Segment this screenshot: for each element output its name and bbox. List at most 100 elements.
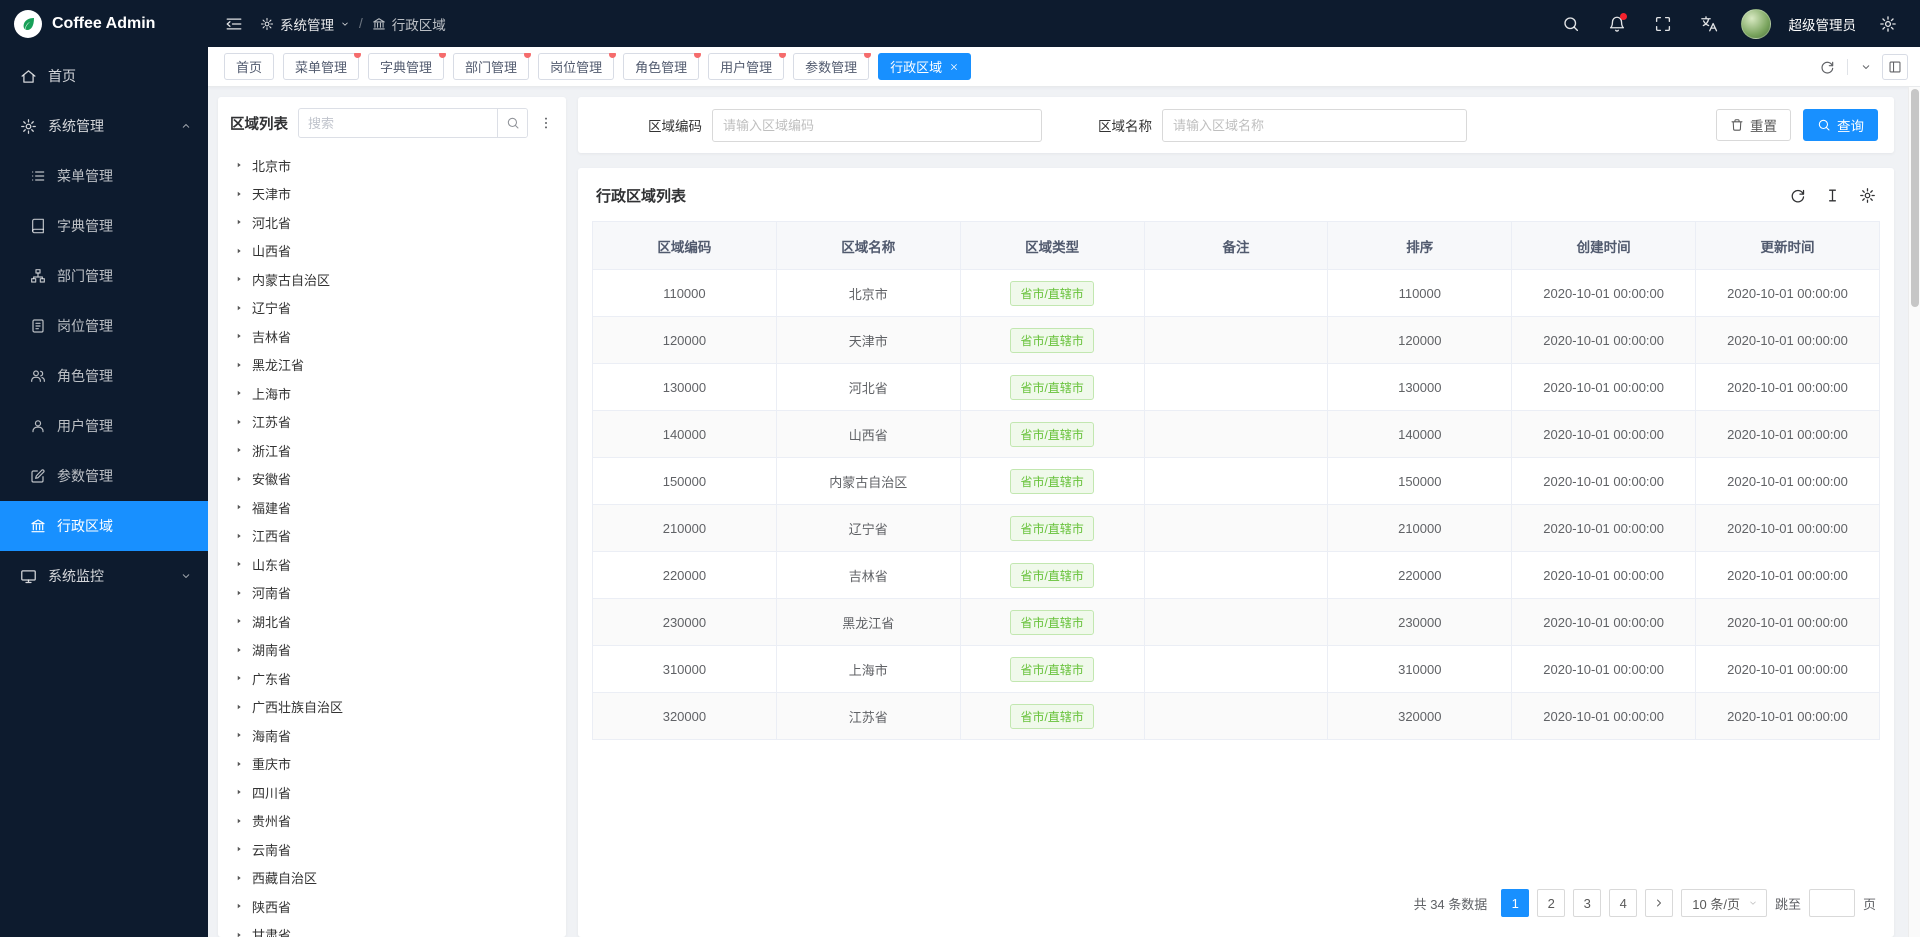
region-type-badge: 省市/直辖市 <box>1010 516 1093 541</box>
region-name-input[interactable] <box>1162 109 1467 142</box>
tab-user[interactable]: 用户管理 <box>708 53 784 80</box>
tree-item[interactable]: 上海市 <box>218 379 566 408</box>
tree-item[interactable]: 贵州省 <box>218 807 566 836</box>
tree-item[interactable]: 云南省 <box>218 835 566 864</box>
close-icon[interactable] <box>949 62 959 72</box>
layout-settings-button[interactable] <box>1882 54 1908 80</box>
sidebar-subitem-post[interactable]: 岗位管理 <box>0 301 208 351</box>
tree-item[interactable]: 安徽省 <box>218 465 566 494</box>
tree-item[interactable]: 湖南省 <box>218 636 566 665</box>
tree-item[interactable]: 海南省 <box>218 721 566 750</box>
refresh-page-icon[interactable] <box>1819 59 1835 75</box>
tree-item[interactable]: 西藏自治区 <box>218 864 566 893</box>
user-name[interactable]: 超级管理员 <box>1789 14 1857 34</box>
tree-item[interactable]: 内蒙古自治区 <box>218 265 566 294</box>
tab-param[interactable]: 参数管理 <box>793 53 869 80</box>
sidebar-subitem-role[interactable]: 角色管理 <box>0 351 208 401</box>
row-density-icon[interactable] <box>1824 187 1841 204</box>
tree-item[interactable]: 河北省 <box>218 208 566 237</box>
tree-item[interactable]: 四川省 <box>218 778 566 807</box>
sidebar-item-monitor[interactable]: 系统监控 <box>0 551 208 601</box>
table-header-row: 区域编码区域名称区域类型备注排序创建时间更新时间 <box>593 222 1880 270</box>
cell-type: 省市/直辖市 <box>960 458 1144 505</box>
page-scrollbar[interactable] <box>1908 87 1920 937</box>
scrollbar-thumb[interactable] <box>1911 89 1919 307</box>
global-search-button[interactable] <box>1557 10 1585 38</box>
tab-dept[interactable]: 部门管理 <box>453 53 529 80</box>
tab-post[interactable]: 岗位管理 <box>538 53 614 80</box>
notifications-button[interactable] <box>1603 10 1631 38</box>
tree-item[interactable]: 甘肃省 <box>218 921 566 937</box>
region-name-label: 区域名称 <box>1098 115 1152 135</box>
next-page-button[interactable] <box>1645 889 1673 917</box>
sidebar-subitem-region[interactable]: 行政区域 <box>0 501 208 551</box>
page-button-3[interactable]: 3 <box>1573 889 1601 917</box>
tab-label: 用户管理 <box>720 57 772 76</box>
tree-item[interactable]: 黑龙江省 <box>218 351 566 380</box>
tree-item[interactable]: 广东省 <box>218 664 566 693</box>
sidebar-subitem-user[interactable]: 用户管理 <box>0 401 208 451</box>
tree-item[interactable]: 浙江省 <box>218 436 566 465</box>
tab-home[interactable]: 首页 <box>224 53 274 80</box>
caret-right-icon <box>234 474 244 484</box>
tree-item[interactable]: 山东省 <box>218 550 566 579</box>
caret-right-icon <box>234 901 244 911</box>
tree-item[interactable]: 江苏省 <box>218 408 566 437</box>
fullscreen-button[interactable] <box>1649 10 1677 38</box>
collapse-sidebar-button[interactable] <box>220 10 248 38</box>
tree-item[interactable]: 重庆市 <box>218 750 566 779</box>
sidebar-subitem-param[interactable]: 参数管理 <box>0 451 208 501</box>
reset-button[interactable]: 重置 <box>1716 109 1791 141</box>
tree-item[interactable]: 吉林省 <box>218 322 566 351</box>
region-code-input[interactable] <box>712 109 1042 142</box>
more-vertical-icon[interactable] <box>538 115 554 131</box>
tab-role[interactable]: 角色管理 <box>623 53 699 80</box>
page-size-select[interactable]: 10 条/页 <box>1681 889 1767 917</box>
sidebar-item-home[interactable]: 首页 <box>0 51 208 101</box>
caret-right-icon <box>234 388 244 398</box>
translate-button[interactable] <box>1695 10 1723 38</box>
page-button-2[interactable]: 2 <box>1537 889 1565 917</box>
monitor-icon <box>20 568 37 585</box>
table-refresh-icon[interactable] <box>1789 187 1806 204</box>
caret-right-icon <box>234 759 244 769</box>
sidebar-subitem-menu[interactable]: 菜单管理 <box>0 151 208 201</box>
sidebar-subitem-label: 菜单管理 <box>57 166 113 186</box>
tree-item[interactable]: 河南省 <box>218 579 566 608</box>
breadcrumb-section[interactable]: 系统管理 <box>260 14 350 34</box>
tab-dot <box>354 53 361 58</box>
tree-item[interactable]: 湖北省 <box>218 607 566 636</box>
tree-item[interactable]: 广西壮族自治区 <box>218 693 566 722</box>
page-button-4[interactable]: 4 <box>1609 889 1637 917</box>
tab-region[interactable]: 行政区域 <box>878 53 971 80</box>
page-button-1[interactable]: 1 <box>1501 889 1529 917</box>
sidebar-subitem-label: 部门管理 <box>57 266 113 286</box>
sidebar-item-system[interactable]: 系统管理 <box>0 101 208 151</box>
cell-sort: 320000 <box>1328 693 1512 740</box>
tree-item[interactable]: 福建省 <box>218 493 566 522</box>
tree-item[interactable]: 陕西省 <box>218 892 566 921</box>
column-settings-icon[interactable] <box>1859 187 1876 204</box>
tab-menu[interactable]: 菜单管理 <box>283 53 359 80</box>
region-search-button[interactable] <box>497 109 527 137</box>
tree-item[interactable]: 天津市 <box>218 180 566 209</box>
tree-item[interactable]: 江西省 <box>218 522 566 551</box>
sidebar-subitem-dict[interactable]: 字典管理 <box>0 201 208 251</box>
query-button[interactable]: 查询 <box>1803 109 1878 141</box>
region-search-input[interactable] <box>299 116 497 131</box>
user-avatar[interactable] <box>1741 9 1771 39</box>
tree-item[interactable]: 山西省 <box>218 237 566 266</box>
tabs-menu-chevron-icon[interactable] <box>1860 61 1872 73</box>
jump-page-input[interactable] <box>1809 889 1855 917</box>
tree-item-label: 四川省 <box>252 783 291 802</box>
tab-dict[interactable]: 字典管理 <box>368 53 444 80</box>
tree-item[interactable]: 辽宁省 <box>218 294 566 323</box>
cell-type: 省市/直辖市 <box>960 552 1144 599</box>
settings-button[interactable] <box>1874 10 1902 38</box>
column-header: 区域类型 <box>960 222 1144 270</box>
sidebar-item-label: 系统管理 <box>48 116 104 136</box>
cell-created: 2020-10-01 00:00:00 <box>1512 411 1696 458</box>
book-icon <box>30 218 46 234</box>
sidebar-subitem-dept[interactable]: 部门管理 <box>0 251 208 301</box>
tree-item[interactable]: 北京市 <box>218 151 566 180</box>
